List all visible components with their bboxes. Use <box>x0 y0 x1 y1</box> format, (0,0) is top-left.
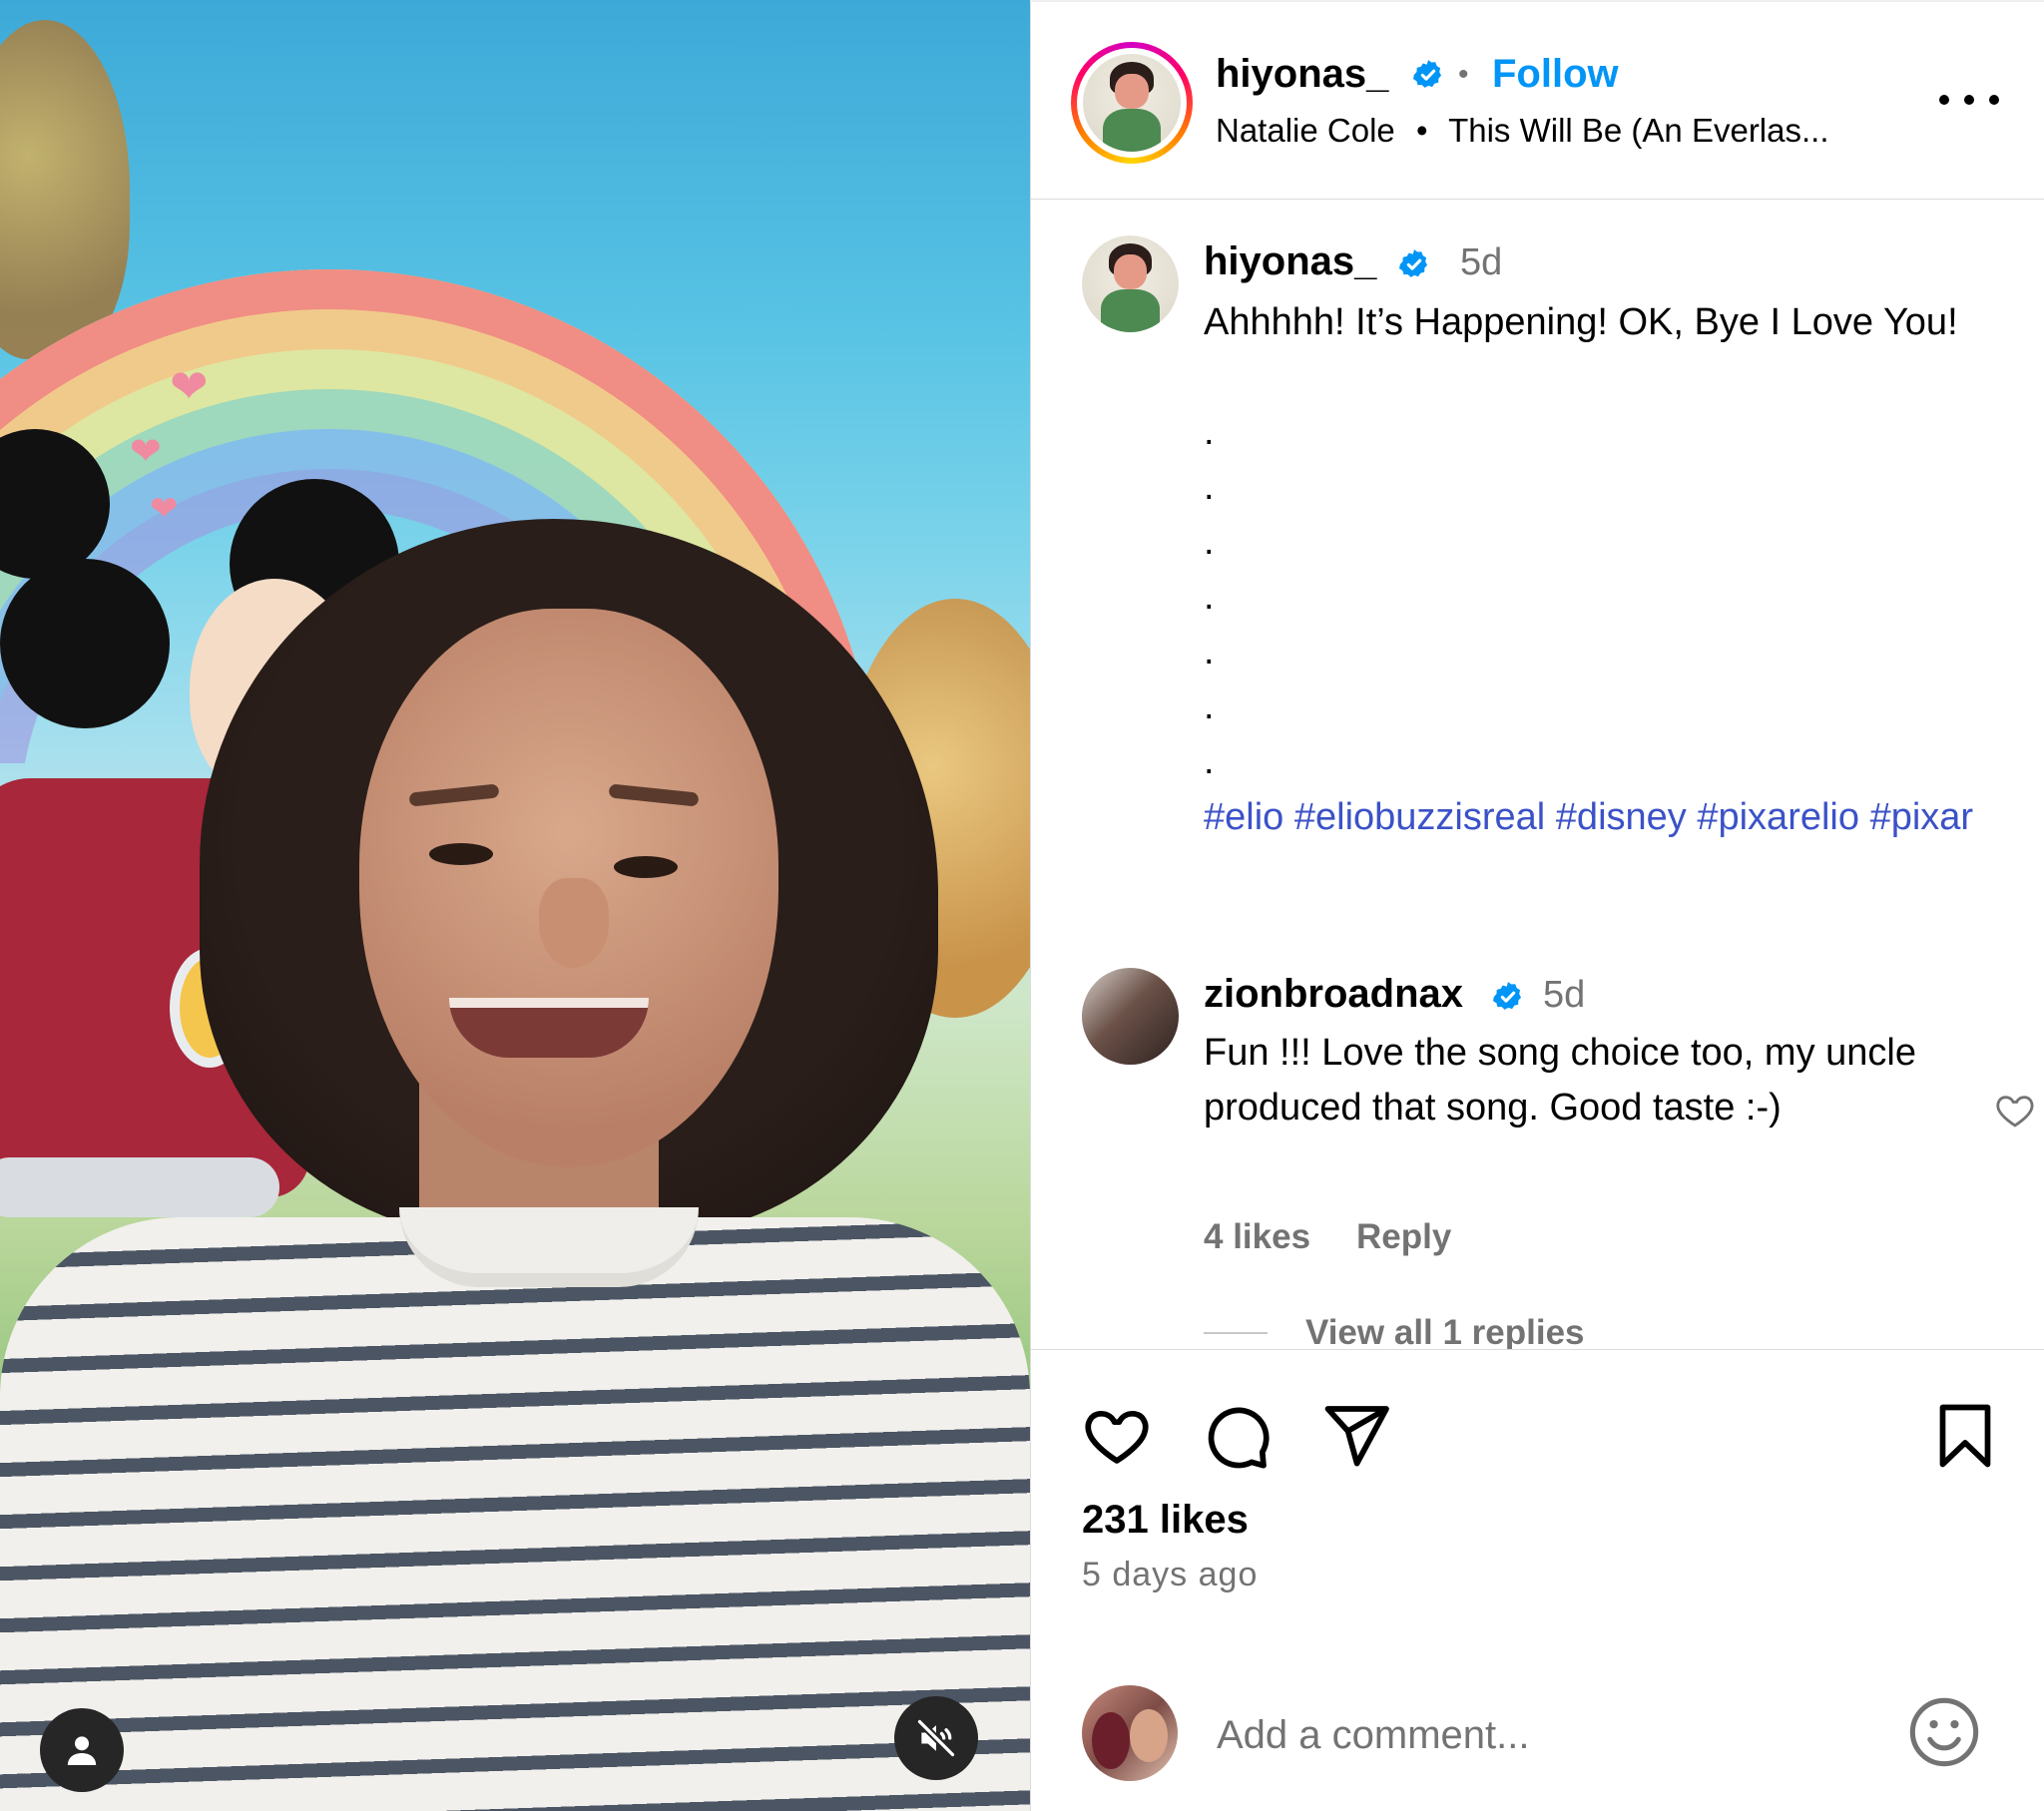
share-icon[interactable] <box>1320 1400 1392 1472</box>
caption-username[interactable]: hiyonas_ <box>1204 239 1376 284</box>
comment-likes-count[interactable]: 4 likes <box>1204 1217 1310 1257</box>
comment-reply-button[interactable]: Reply <box>1356 1217 1451 1257</box>
person-shirt-collar <box>399 1207 699 1287</box>
comment-input[interactable] <box>1217 1705 1855 1765</box>
mural-car-bumper <box>0 1157 279 1217</box>
person-nose <box>539 878 609 968</box>
person-eye <box>614 856 678 878</box>
verified-badge-icon <box>1412 60 1442 88</box>
post-header: hiyonas_ • Follow Natalie Cole • This Wi… <box>1031 0 2044 200</box>
verified-badge-icon <box>1492 982 1522 1010</box>
likes-count[interactable]: 231 likes <box>1082 1498 1249 1543</box>
person-mouth <box>449 998 649 1058</box>
author-avatar-image <box>1083 54 1181 152</box>
more-horizontal-icon <box>1939 95 1949 105</box>
mural-ear <box>0 559 170 728</box>
commenter-username[interactable]: zionbroadnax <box>1204 972 1463 1017</box>
person-striped-shirt <box>0 1217 1030 1811</box>
audio-separator: • <box>1415 112 1428 149</box>
view-replies-button[interactable]: View all 1 replies <box>1204 1313 1585 1349</box>
tagged-users-button[interactable] <box>40 1708 124 1792</box>
audio-title[interactable]: This Will Be (An Everlas... <box>1448 112 1828 149</box>
mute-toggle-button[interactable] <box>894 1696 978 1780</box>
commenter-avatar[interactable] <box>1082 968 1179 1065</box>
post-time-ago[interactable]: 5 days ago <box>1082 1556 1258 1594</box>
current-user-avatar <box>1082 1685 1178 1781</box>
caption-dots: . . . . . . . <box>1204 411 1215 782</box>
verified-badge-icon <box>1398 249 1428 277</box>
hashtag-link[interactable]: #pixarelio <box>1697 796 1859 838</box>
caption-text: Ahhhhh! It’s Happening! OK, Bye I Love Y… <box>1204 301 1958 343</box>
mural-tree-left <box>0 20 130 359</box>
hashtag-link[interactable]: #eliobuzzisreal <box>1294 796 1545 838</box>
add-comment-bar <box>1031 1667 2044 1811</box>
comment-text: Fun !!! Love the song choice too, my unc… <box>1204 1032 1916 1129</box>
follow-button[interactable]: Follow <box>1492 52 1619 97</box>
audio-artist[interactable]: Natalie Cole <box>1216 112 1395 149</box>
comments-content: hiyonas_ 5d Ahhhhh! It’s Happening! OK, … <box>1031 200 2044 1349</box>
post-video[interactable]: ❤ ❤ ❤ <box>0 0 1030 1811</box>
view-replies-label[interactable]: View all 1 replies <box>1305 1313 1585 1349</box>
mural-heart: ❤ <box>150 490 179 528</box>
author-avatar[interactable] <box>1071 42 1193 164</box>
mural-heart: ❤ <box>170 360 209 412</box>
heart-icon[interactable] <box>1081 1400 1153 1472</box>
emoji-icon[interactable] <box>1906 1694 1982 1770</box>
hashtag-link[interactable]: #disney <box>1556 796 1687 838</box>
sound-off-icon <box>915 1717 957 1759</box>
hashtag-link[interactable]: #elio <box>1204 796 1283 838</box>
more-options-button[interactable] <box>1939 80 1999 120</box>
comment-icon[interactable] <box>1201 1400 1273 1472</box>
audio-attribution[interactable]: Natalie Cole • This Will Be (An Everlas.… <box>1216 112 1829 150</box>
author-username[interactable]: hiyonas_ <box>1216 52 1388 97</box>
separator-dot: • <box>1458 58 1469 91</box>
hashtag-link[interactable]: #pixar <box>1870 796 1974 838</box>
post-details-panel: hiyonas_ • Follow Natalie Cole • This Wi… <box>1031 0 2044 1811</box>
view-replies-line <box>1204 1332 1268 1334</box>
caption-timestamp[interactable]: 5d <box>1460 241 1502 284</box>
mural-heart: ❤ <box>130 431 162 473</box>
user-icon <box>67 1736 97 1765</box>
post-modal: ❤ ❤ ❤ hiyonas_ • Follow Natalie Cole • T… <box>0 0 2044 1811</box>
bookmark-icon[interactable] <box>1929 1400 2001 1472</box>
caption-hashtags: #elio #eliobuzzisreal #disney #pixarelio… <box>1204 790 2022 845</box>
person-eye <box>429 843 493 865</box>
comment-like-heart-icon[interactable] <box>1992 1088 2038 1133</box>
comment-timestamp[interactable]: 5d <box>1543 974 1585 1017</box>
post-actions: 231 likes 5 days ago <box>1031 1349 2044 1811</box>
